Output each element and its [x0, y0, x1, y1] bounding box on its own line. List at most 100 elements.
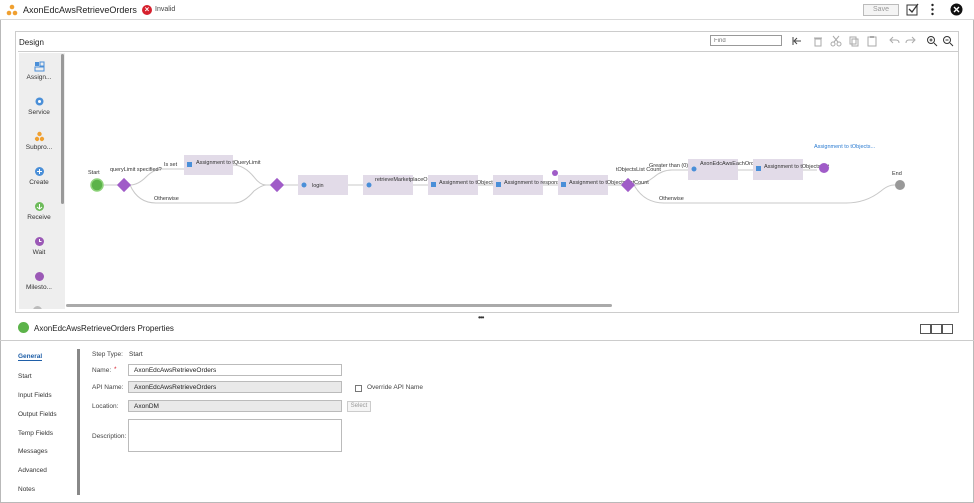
palette-label: Service	[28, 109, 50, 116]
start-step-indicator-icon	[18, 322, 29, 333]
nav-output-fields[interactable]: Output Fields	[18, 411, 57, 418]
status-text: Invalid	[155, 6, 176, 13]
palette-item-create[interactable]: Create	[19, 166, 59, 186]
jump-node[interactable]	[819, 163, 829, 173]
node-label-count: Assignment to tObjectsListCount	[569, 180, 649, 186]
layout-split-icon[interactable]	[931, 324, 942, 334]
otherwise2-label: Otherwise	[659, 196, 684, 202]
design-panel: Design Assign... Service Subpro... Creat…	[15, 31, 959, 313]
save-button[interactable]: Save	[863, 4, 899, 16]
location-input: AxonDM	[128, 400, 342, 412]
nav-general[interactable]: General	[18, 353, 43, 361]
cut-icon[interactable]	[830, 35, 842, 47]
top-bar: AxonEdcAwsRetrieveOrders × Invalid Save	[0, 0, 974, 20]
service-icon	[366, 182, 372, 188]
greater-than-label: Greater than (0)	[649, 163, 688, 169]
decision1-label: queryLimit specified?	[110, 167, 162, 173]
end-node[interactable]	[895, 180, 905, 190]
design-toolbar-divider	[18, 51, 958, 52]
receive-icon	[34, 202, 44, 211]
palette-item-milestone[interactable]: Milesto...	[19, 271, 59, 291]
palette-label: Receive	[27, 214, 51, 221]
palette-label: Milesto...	[25, 284, 52, 291]
required-asterisk: *	[114, 366, 117, 373]
palette-label: Assign...	[26, 74, 52, 81]
palette-item-wait[interactable]: Wait	[19, 236, 59, 256]
canvas-horizontal-scrollbar[interactable]	[66, 304, 612, 307]
otherwise1-label: Otherwise	[154, 196, 179, 202]
api-name-input: AxonEdcAwsRetrieveOrders	[128, 381, 342, 393]
palette-label: Wait	[32, 249, 46, 256]
close-icon[interactable]	[950, 3, 963, 16]
validate-icon[interactable]	[906, 3, 919, 16]
wait-icon	[34, 237, 44, 246]
step-type-value: Start	[129, 351, 143, 358]
palette-item-assignment[interactable]: Assign...	[19, 61, 59, 81]
palette-item-subprocess[interactable]: Subpro...	[19, 131, 59, 151]
assignment-icon	[496, 182, 501, 187]
palette-label: Subpro...	[25, 144, 53, 151]
assignment-icon	[431, 182, 436, 187]
nav-start[interactable]: Start	[18, 373, 32, 380]
assignment-icon	[561, 182, 566, 187]
collapse-left-icon[interactable]	[791, 35, 803, 47]
api-name-label: API Name:	[92, 384, 124, 391]
zoom-in-icon[interactable]	[926, 35, 938, 47]
more-options-icon[interactable]	[926, 3, 939, 16]
milestone-icon	[34, 272, 44, 281]
description-label: Description:	[92, 433, 127, 440]
palette-item-service[interactable]: Service	[19, 96, 59, 116]
properties-title: AxonEdcAwsRetrieveOrders Properties	[34, 324, 174, 333]
node-label-response: Assignment to response	[504, 180, 563, 186]
copy-icon[interactable]	[848, 35, 860, 47]
panel-splitter-handle[interactable]: •••	[478, 313, 484, 322]
assignment-icon	[187, 162, 192, 167]
node-label-each-order: AxonEdcAwsEachOrder	[700, 161, 759, 167]
name-label: Name:	[92, 367, 112, 374]
redo-icon[interactable]	[905, 35, 917, 47]
step-palette: Assign... Service Subpro... Create Recei…	[19, 53, 65, 309]
select-location-button[interactable]: Select	[347, 401, 371, 412]
invalid-status-icon: ×	[142, 5, 152, 15]
properties-nav-scrollbar[interactable]	[77, 349, 80, 495]
merge-node[interactable]	[269, 177, 285, 193]
nav-input-fields[interactable]: Input Fields	[18, 392, 52, 399]
start-label: Start	[88, 170, 100, 176]
is-set-label: Is set	[164, 162, 178, 168]
process-canvas[interactable]: Start queryLimit specified? Is set Other…	[66, 53, 958, 309]
start-node[interactable]	[90, 178, 104, 192]
design-title: Design	[19, 38, 44, 47]
process-app-icon	[6, 4, 18, 16]
zoom-out-icon[interactable]	[942, 35, 954, 47]
more-palette-icon	[33, 306, 42, 309]
decision-querylimit[interactable]	[116, 177, 132, 193]
description-textarea[interactable]	[128, 419, 342, 452]
palette-scrollbar[interactable]	[61, 54, 64, 204]
assignment-icon	[756, 166, 761, 171]
delete-icon[interactable]	[812, 35, 824, 47]
node-label-login: login	[312, 183, 324, 189]
nav-messages[interactable]: Messages	[18, 448, 48, 455]
override-api-name-checkbox[interactable]	[355, 385, 362, 392]
process-title: AxonEdcAwsRetrieveOrders	[23, 5, 137, 15]
find-input[interactable]	[710, 35, 782, 46]
pending-assignment-label[interactable]: Assignment to tObjects...	[814, 144, 876, 150]
palette-item-receive[interactable]: Receive	[19, 201, 59, 221]
nav-notes[interactable]: Notes	[18, 486, 35, 493]
nav-advanced[interactable]: Advanced	[18, 467, 47, 474]
subprocess-icon	[34, 131, 44, 142]
end-label: End	[892, 171, 902, 177]
assignment-icon	[34, 61, 44, 72]
undo-icon[interactable]	[888, 35, 900, 47]
service-icon	[35, 97, 43, 106]
layout-right-icon[interactable]	[942, 324, 953, 334]
error-badge-icon	[552, 170, 558, 176]
service-icon	[691, 166, 697, 172]
nav-temp-fields[interactable]: Temp Fields	[18, 430, 53, 437]
name-input[interactable]: AxonEdcAwsRetrieveOrders	[128, 364, 342, 376]
paste-icon[interactable]	[866, 35, 878, 47]
location-label: Location:	[92, 403, 119, 410]
service-icon	[301, 182, 307, 188]
layout-bottom-icon[interactable]	[920, 324, 931, 334]
create-icon	[34, 167, 44, 176]
